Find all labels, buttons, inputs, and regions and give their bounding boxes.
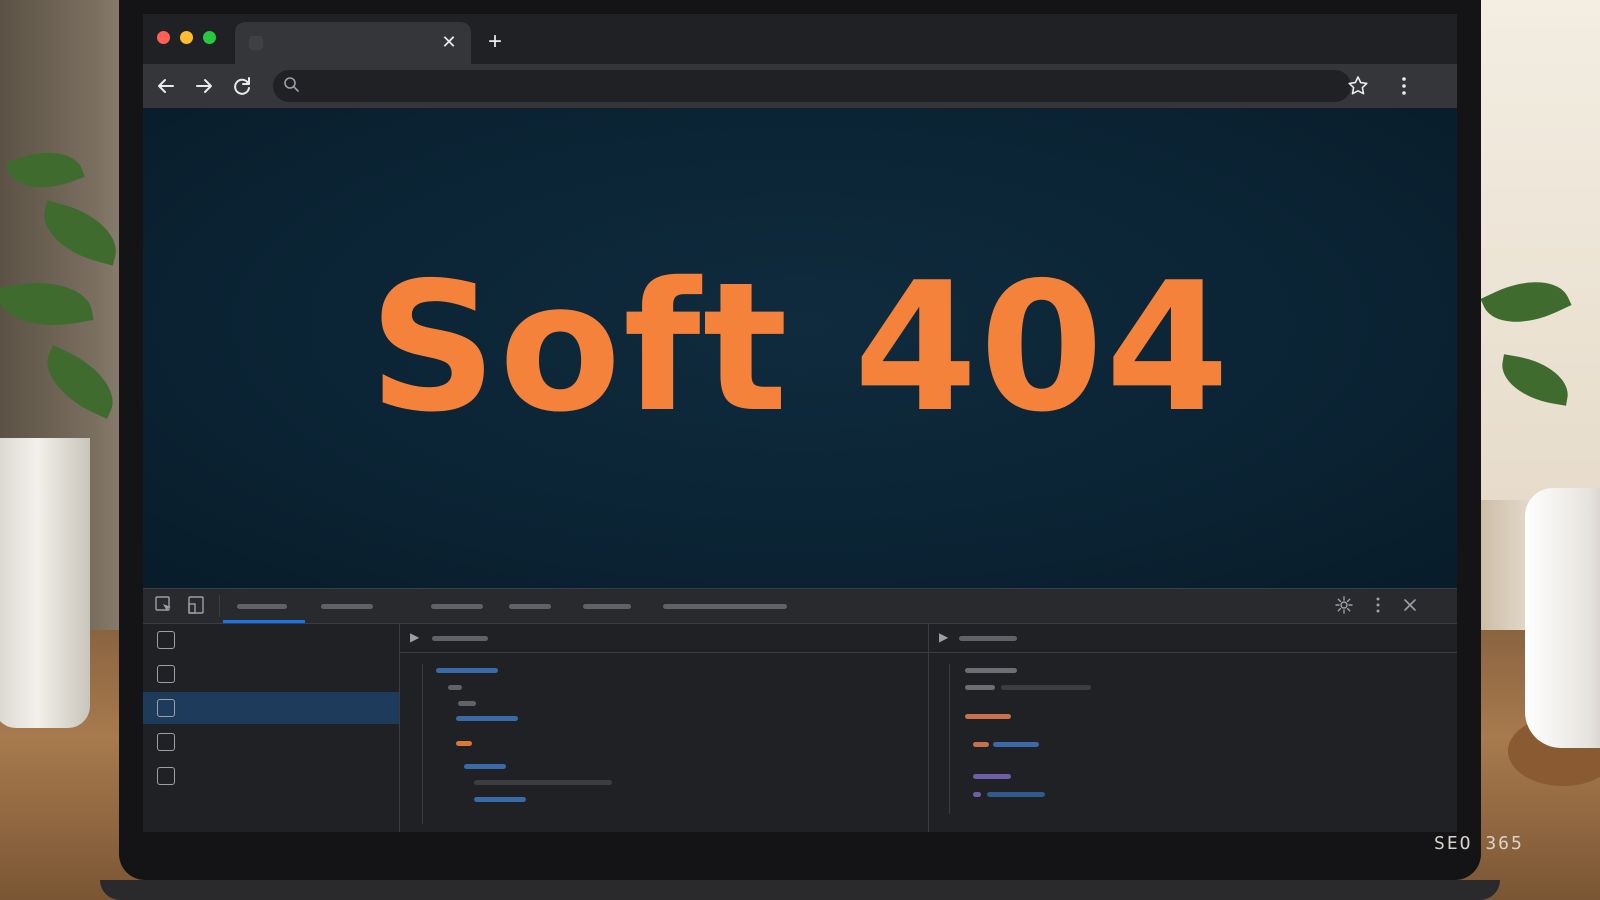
minimize-window-button[interactable] [180, 31, 193, 44]
style-rule[interactable] [965, 685, 995, 690]
favicon-icon [249, 36, 263, 50]
device-toolbar-icon[interactable] [185, 595, 207, 617]
toolbar-divider [219, 595, 220, 617]
elements-pane: ▶ [400, 624, 929, 832]
maximize-window-button[interactable] [203, 31, 216, 44]
cache-icon [157, 767, 175, 785]
dom-node[interactable] [474, 797, 526, 802]
styles-pane-header: ▶ [929, 624, 1457, 653]
style-property[interactable] [965, 714, 1011, 719]
elements-pane-header: ▶ [400, 624, 928, 653]
dom-node[interactable] [456, 741, 472, 746]
address-bar[interactable] [273, 70, 1351, 102]
storage-icon [157, 699, 175, 717]
dom-node[interactable] [456, 716, 518, 721]
devtools-tab[interactable] [321, 604, 373, 609]
style-rule[interactable] [1001, 685, 1091, 690]
close-tab-icon[interactable]: ✕ [437, 30, 461, 54]
dom-node[interactable] [436, 668, 498, 673]
page-viewport: Soft 404 [143, 108, 1457, 588]
style-property[interactable] [973, 774, 1011, 779]
style-rule[interactable] [965, 668, 1017, 673]
sidebar-item-manifest[interactable] [143, 624, 399, 656]
settings-gear-icon[interactable] [1333, 595, 1355, 617]
window-light [1480, 0, 1600, 500]
browser-toolbar [143, 64, 1457, 108]
pane-title [432, 636, 488, 641]
devtools-sidebar [143, 624, 400, 832]
page-heading: Soft 404 [368, 244, 1232, 451]
devtools-tab[interactable] [663, 604, 787, 609]
back-arrow-icon[interactable] [151, 71, 181, 101]
address-input[interactable] [309, 74, 1333, 100]
watermark: SEO 365 [1434, 833, 1524, 854]
browser-tab[interactable]: ✕ [235, 22, 471, 64]
style-value[interactable] [993, 742, 1039, 747]
dom-node[interactable] [464, 764, 506, 769]
pane-title [959, 636, 1017, 641]
laptop-base [100, 880, 1500, 900]
devtools-tab[interactable] [509, 604, 551, 609]
reload-icon[interactable] [227, 71, 257, 101]
browser-menu-icon[interactable] [1389, 71, 1419, 101]
styles-pane: ▶ [929, 624, 1457, 832]
dom-node[interactable] [458, 701, 476, 706]
sidebar-item-cache[interactable] [143, 760, 399, 792]
sidebar-item-file[interactable] [143, 726, 399, 758]
plant-pot [0, 438, 90, 728]
devtools-tab[interactable] [431, 604, 483, 609]
sidebar-item-storage[interactable] [143, 692, 399, 724]
tab-bar: ✕ + [143, 14, 1457, 64]
devtools-tab[interactable] [237, 604, 287, 609]
browser-window: ✕ + Soft 404 ▶ ▶ [143, 14, 1457, 832]
bookmark-star-icon[interactable] [1343, 71, 1373, 101]
devtools-tab[interactable] [583, 604, 631, 609]
search-icon [283, 76, 303, 96]
new-tab-icon[interactable]: + [481, 28, 509, 56]
devtools-menu-icon[interactable] [1367, 595, 1389, 617]
coffee-mug [1525, 488, 1600, 748]
style-property[interactable] [973, 742, 989, 747]
tree-guide [949, 664, 950, 814]
forward-arrow-icon[interactable] [189, 71, 219, 101]
close-window-button[interactable] [157, 31, 170, 44]
file-icon [157, 733, 175, 751]
dom-node[interactable] [448, 685, 462, 690]
style-property[interactable] [973, 792, 981, 797]
inspect-element-icon[interactable] [153, 595, 175, 617]
manifest-icon [157, 631, 175, 649]
style-value[interactable] [987, 792, 1045, 797]
expand-arrow-icon[interactable]: ▶ [939, 630, 948, 644]
dom-node[interactable] [474, 780, 612, 785]
expand-arrow-icon[interactable]: ▶ [410, 630, 419, 644]
devtools-panel: ▶ ▶ [143, 588, 1457, 832]
devtools-toolbar [143, 589, 1457, 624]
sidebar-item-service-workers[interactable] [143, 658, 399, 690]
gear-icon [157, 665, 175, 683]
tree-guide [422, 664, 423, 824]
close-devtools-icon[interactable] [1399, 595, 1421, 617]
active-tab-indicator [223, 620, 305, 623]
